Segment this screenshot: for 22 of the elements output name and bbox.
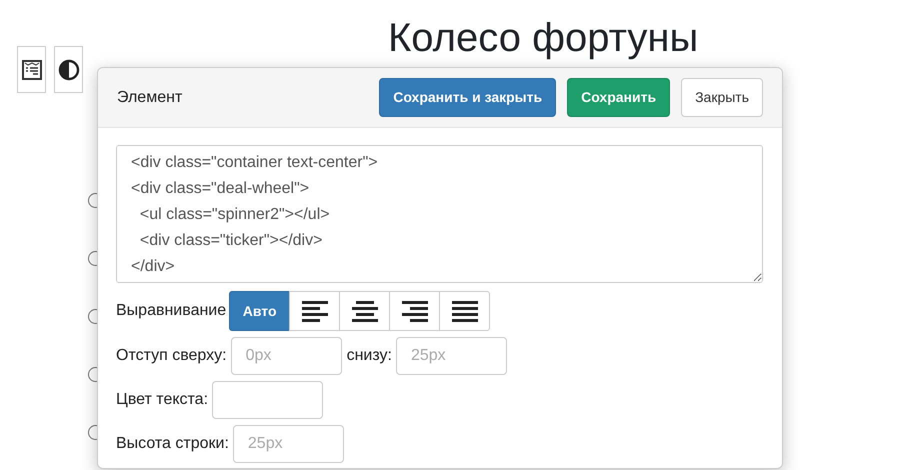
field-label: Отступ сверху:: [116, 346, 227, 366]
input-field[interactable]: [212, 381, 324, 419]
align-justify-icon[interactable]: [439, 291, 490, 331]
input-field[interactable]: 25px: [232, 425, 344, 463]
code-editor[interactable]: <div class="container text-center"> <div class="deal-wheel"> <ul class="spinner2"></ul> <div class="ticker"></div> </div>: [116, 145, 763, 283]
align-left-icon[interactable]: [289, 291, 340, 331]
close-button[interactable]: Закрыть: [681, 78, 763, 117]
alignment-option[interactable]: Авто: [229, 291, 290, 331]
save-button[interactable]: Сохранить: [567, 78, 670, 117]
alignment-label: Выравнивание: [116, 301, 226, 321]
contrast-icon[interactable]: [54, 46, 83, 93]
field-label: Высота строки:: [116, 434, 229, 454]
save-and-close-button[interactable]: Сохранить и закрыть: [379, 78, 556, 117]
input-field[interactable]: 25px: [396, 337, 507, 375]
list-document-icon[interactable]: [17, 46, 46, 93]
field-label: Цвет текста:: [116, 390, 208, 410]
input-field[interactable]: 0px: [230, 337, 342, 375]
dialog-title: Элемент: [117, 88, 182, 108]
align-center-icon[interactable]: [339, 291, 390, 331]
field-label: снизу:: [346, 346, 392, 366]
page-heading: Колесо фортуны: [388, 15, 698, 62]
align-right-icon[interactable]: [389, 291, 440, 331]
